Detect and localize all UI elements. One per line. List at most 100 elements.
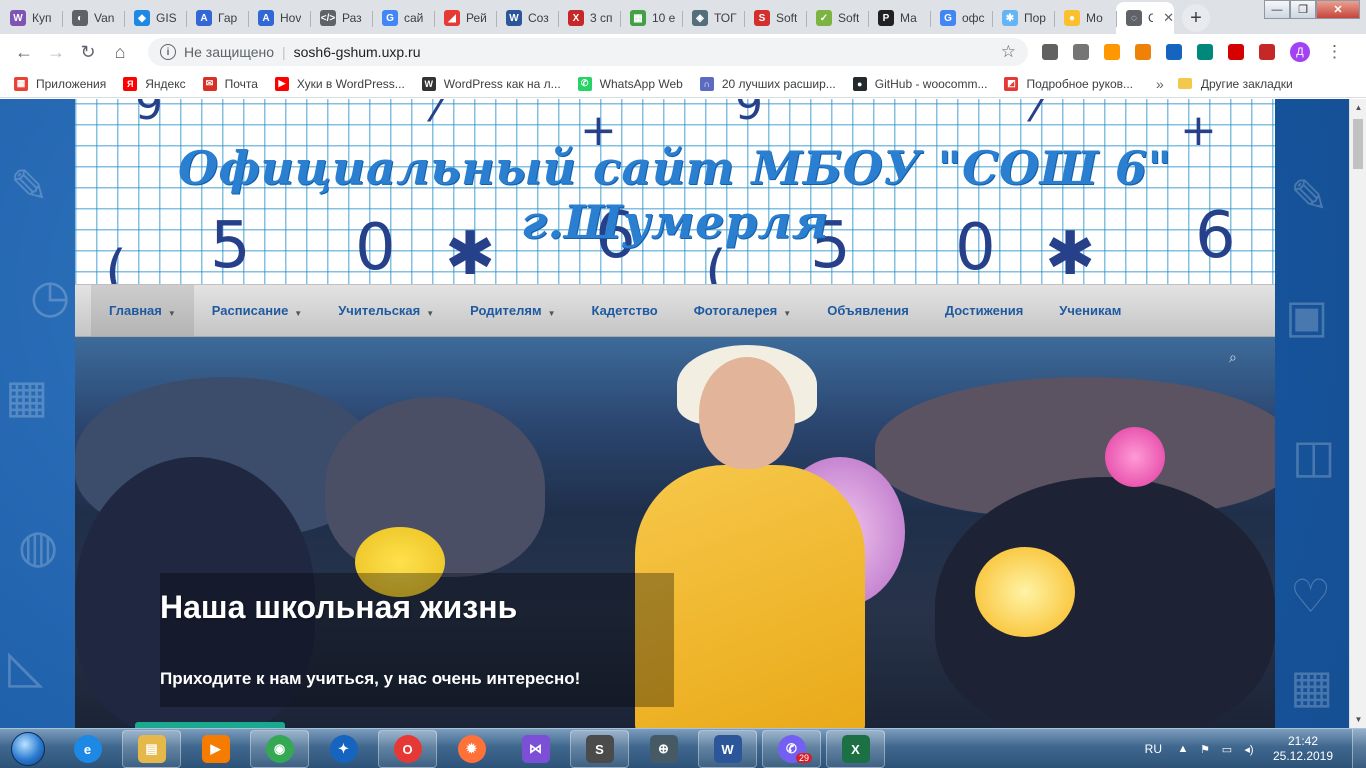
browser-tab[interactable]: ◈ ТОГ [682, 2, 744, 34]
nav-item[interactable]: Ученикам [1041, 285, 1139, 336]
firefox-dev-app[interactable]: ✦ [314, 730, 373, 768]
scrollbar-thumb[interactable] [1353, 119, 1363, 169]
reload-button[interactable]: ↻ [72, 42, 104, 63]
address-bar[interactable]: i Не защищено | sosh6-gshum.uxp.ru ☆ [148, 38, 1028, 66]
nav-item[interactable]: Учительская ▼ [320, 285, 452, 336]
nav-item[interactable]: Родителям ▼ [452, 285, 573, 336]
browser-tab[interactable]: P Ма [868, 2, 930, 34]
browser-tab[interactable]: ✱ Пор [992, 2, 1054, 34]
ok-ext-icon[interactable] [1135, 44, 1151, 60]
browser-tab[interactable]: ◆ GIS [124, 2, 186, 34]
wp-pen-icon: W [421, 76, 436, 91]
bookmark-item[interactable]: ▦ Приложения [14, 76, 106, 91]
site-header[interactable]: 9 ⁄ + 9 ⁄ + ( 5 0 ✱ 6 ( 5 0 ✱ 6 Официаль… [75, 99, 1275, 284]
menu-icon[interactable]: ⋮ [1326, 42, 1343, 62]
excel-app[interactable]: X [826, 730, 885, 768]
adblock-ext-icon[interactable] [1259, 44, 1275, 60]
browser-tab[interactable]: X 3 сп [558, 2, 620, 34]
tab-list: W Куп ◐ Van ◆ GIS A Гар A Hov </> Раз Gсай ◢ Рей W Соз X 3… [0, 2, 1210, 34]
ie-app[interactable]: e [58, 730, 117, 768]
url-text[interactable]: sosh6-gshum.uxp.ru [294, 44, 1001, 60]
bookmark-label: WhatsApp Web [599, 76, 683, 91]
vpn-lock-app[interactable]: ⊕ [634, 730, 693, 768]
bookmark-star-icon[interactable]: ☆ [1001, 42, 1016, 62]
browser-tab[interactable]: ✓ Soft [806, 2, 868, 34]
bookmark-item[interactable]: Я Яндекс [123, 76, 186, 91]
browser-tab-active[interactable]: ◌ С ✕ [1116, 2, 1174, 34]
nav-item[interactable]: Достижения [927, 285, 1041, 336]
viber-app[interactable]: ✆ 29 [762, 730, 821, 768]
media-player-app-icon: ▶ [201, 735, 230, 763]
play-ext-icon[interactable] [1104, 44, 1120, 60]
other-bookmarks-folder[interactable]: Другие закладки [1177, 77, 1293, 91]
browser-tab[interactable]: A Hov [248, 2, 310, 34]
forward-button[interactable]: → [40, 42, 72, 63]
bookmark-item[interactable]: ✆ WhatsApp Web [577, 76, 683, 91]
nav-item[interactable]: Объявления [809, 285, 927, 336]
action-center-icon[interactable]: ⚑ [1198, 742, 1212, 756]
browser-tab[interactable]: A Гар [186, 2, 248, 34]
volume-icon[interactable]: ◂) [1242, 742, 1256, 756]
clock[interactable]: 21:42 25.12.2019 [1264, 734, 1342, 764]
scroll-up-arrow-icon[interactable]: ▲ [1350, 99, 1366, 116]
bookmark-item[interactable]: ▶ Хуки в WordPress... [274, 76, 405, 91]
browser-tab[interactable]: Gофс [930, 2, 992, 34]
close-tab-icon[interactable]: ✕ [1163, 10, 1174, 26]
back-button[interactable]: ← [8, 42, 40, 63]
nav-item[interactable]: Расписание ▼ [194, 285, 320, 336]
browser-tab[interactable]: ● Мо [1054, 2, 1116, 34]
word-app[interactable]: W [698, 730, 757, 768]
zoom-icon[interactable]: ⌕ [1229, 349, 1247, 367]
browser-tab[interactable]: ◢ Рей [434, 2, 496, 34]
browser-tab[interactable]: </> Раз [310, 2, 372, 34]
bookmark-ext-icon[interactable] [1197, 44, 1213, 60]
hero-slider[interactable]: ⌕ Наша школьная жизнь Приходите к нам уч… [75, 337, 1275, 728]
home-button[interactable]: ⌂ [104, 42, 136, 63]
nav-item[interactable]: Кадетство [574, 285, 676, 336]
x-tab-icon: X [568, 10, 584, 26]
chrome-app[interactable]: ◉ [250, 730, 309, 768]
close-window-button[interactable]: ✕ [1316, 0, 1360, 19]
show-desktop-button[interactable] [1352, 729, 1366, 768]
bookmark-item[interactable]: ∩ 20 лучших расшир... [699, 76, 836, 91]
browser-tab[interactable]: W Куп [0, 2, 62, 34]
language-indicator[interactable]: RU [1145, 742, 1162, 756]
nav-item[interactable]: Главная ▼ [91, 285, 194, 336]
globe-ext-icon[interactable] [1166, 44, 1182, 60]
browser-tab[interactable]: ▦ 10 е [620, 2, 682, 34]
bookmark-item[interactable]: ◩ Подробное руков... [1004, 76, 1133, 91]
new-tab-button[interactable]: + [1182, 4, 1210, 32]
nav-item-label: Расписание [211, 303, 289, 318]
security-label[interactable]: Не защищено [184, 44, 274, 60]
bookmark-item[interactable]: W WordPress как на л... [421, 76, 561, 91]
bookmark-item[interactable]: ● GitHub - woocomm... [852, 76, 987, 91]
browser-tab[interactable]: W Соз [496, 2, 558, 34]
browser-tab[interactable]: Gсай [372, 2, 434, 34]
stop-ext-icon[interactable] [1228, 44, 1244, 60]
tray-overflow-icon[interactable]: ▲ [1176, 742, 1190, 756]
start-button[interactable] [4, 731, 52, 767]
browser-tab[interactable]: S Soft [744, 2, 806, 34]
bookmarks-overflow-button[interactable]: » [1156, 76, 1164, 92]
nav-item[interactable]: Фотогалерея ▼ [676, 285, 810, 336]
browser-tab[interactable]: ◐ Van [62, 2, 124, 34]
slide-title[interactable]: Наша школьная жизнь [160, 589, 517, 626]
clock-ext-icon[interactable] [1042, 44, 1058, 60]
network-icon[interactable]: ▭ [1220, 742, 1234, 756]
opera-app[interactable]: O [378, 730, 437, 768]
bookmark-item[interactable]: ✉ Почта [202, 76, 258, 91]
visual-studio-app[interactable]: ⋈ [506, 730, 565, 768]
s-logo-icon: S [754, 10, 770, 26]
site-title[interactable]: Официальный сайт МБОУ "СОШ 6" г.Шумерля [75, 141, 1275, 249]
media-player-app[interactable]: ▶ [186, 730, 245, 768]
sublime-app[interactable]: S [570, 730, 629, 768]
maximize-button[interactable]: ❐ [1290, 0, 1316, 19]
page-scrollbar[interactable]: ▲ ▼ [1349, 99, 1366, 728]
puzzle-ext-icon[interactable] [1073, 44, 1089, 60]
profile-avatar[interactable]: Д [1290, 42, 1310, 62]
info-icon[interactable]: i [160, 44, 176, 60]
scroll-down-arrow-icon[interactable]: ▼ [1350, 711, 1366, 728]
explorer-app[interactable]: ▤ [122, 730, 181, 768]
minimize-button[interactable]: — [1264, 0, 1290, 19]
firefox-app[interactable]: ✹ [442, 730, 501, 768]
